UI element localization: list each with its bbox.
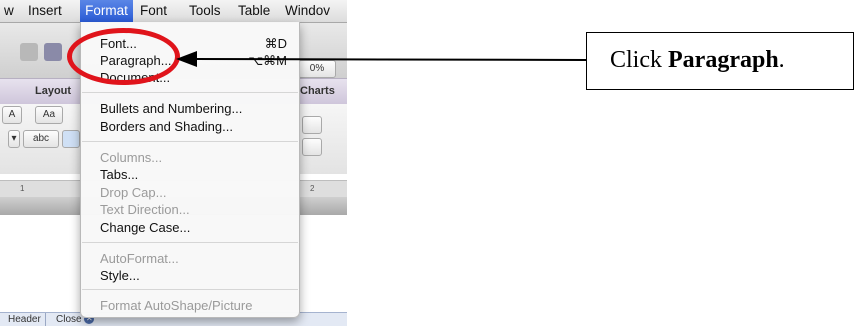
callout-prefix: Click <box>610 47 668 73</box>
callout-target: Paragraph <box>668 47 779 73</box>
arrow-line <box>195 58 587 61</box>
instruction-callout: Click Paragraph. <box>586 32 854 90</box>
callout-suffix: . <box>778 47 785 73</box>
arrow-head <box>176 51 197 67</box>
